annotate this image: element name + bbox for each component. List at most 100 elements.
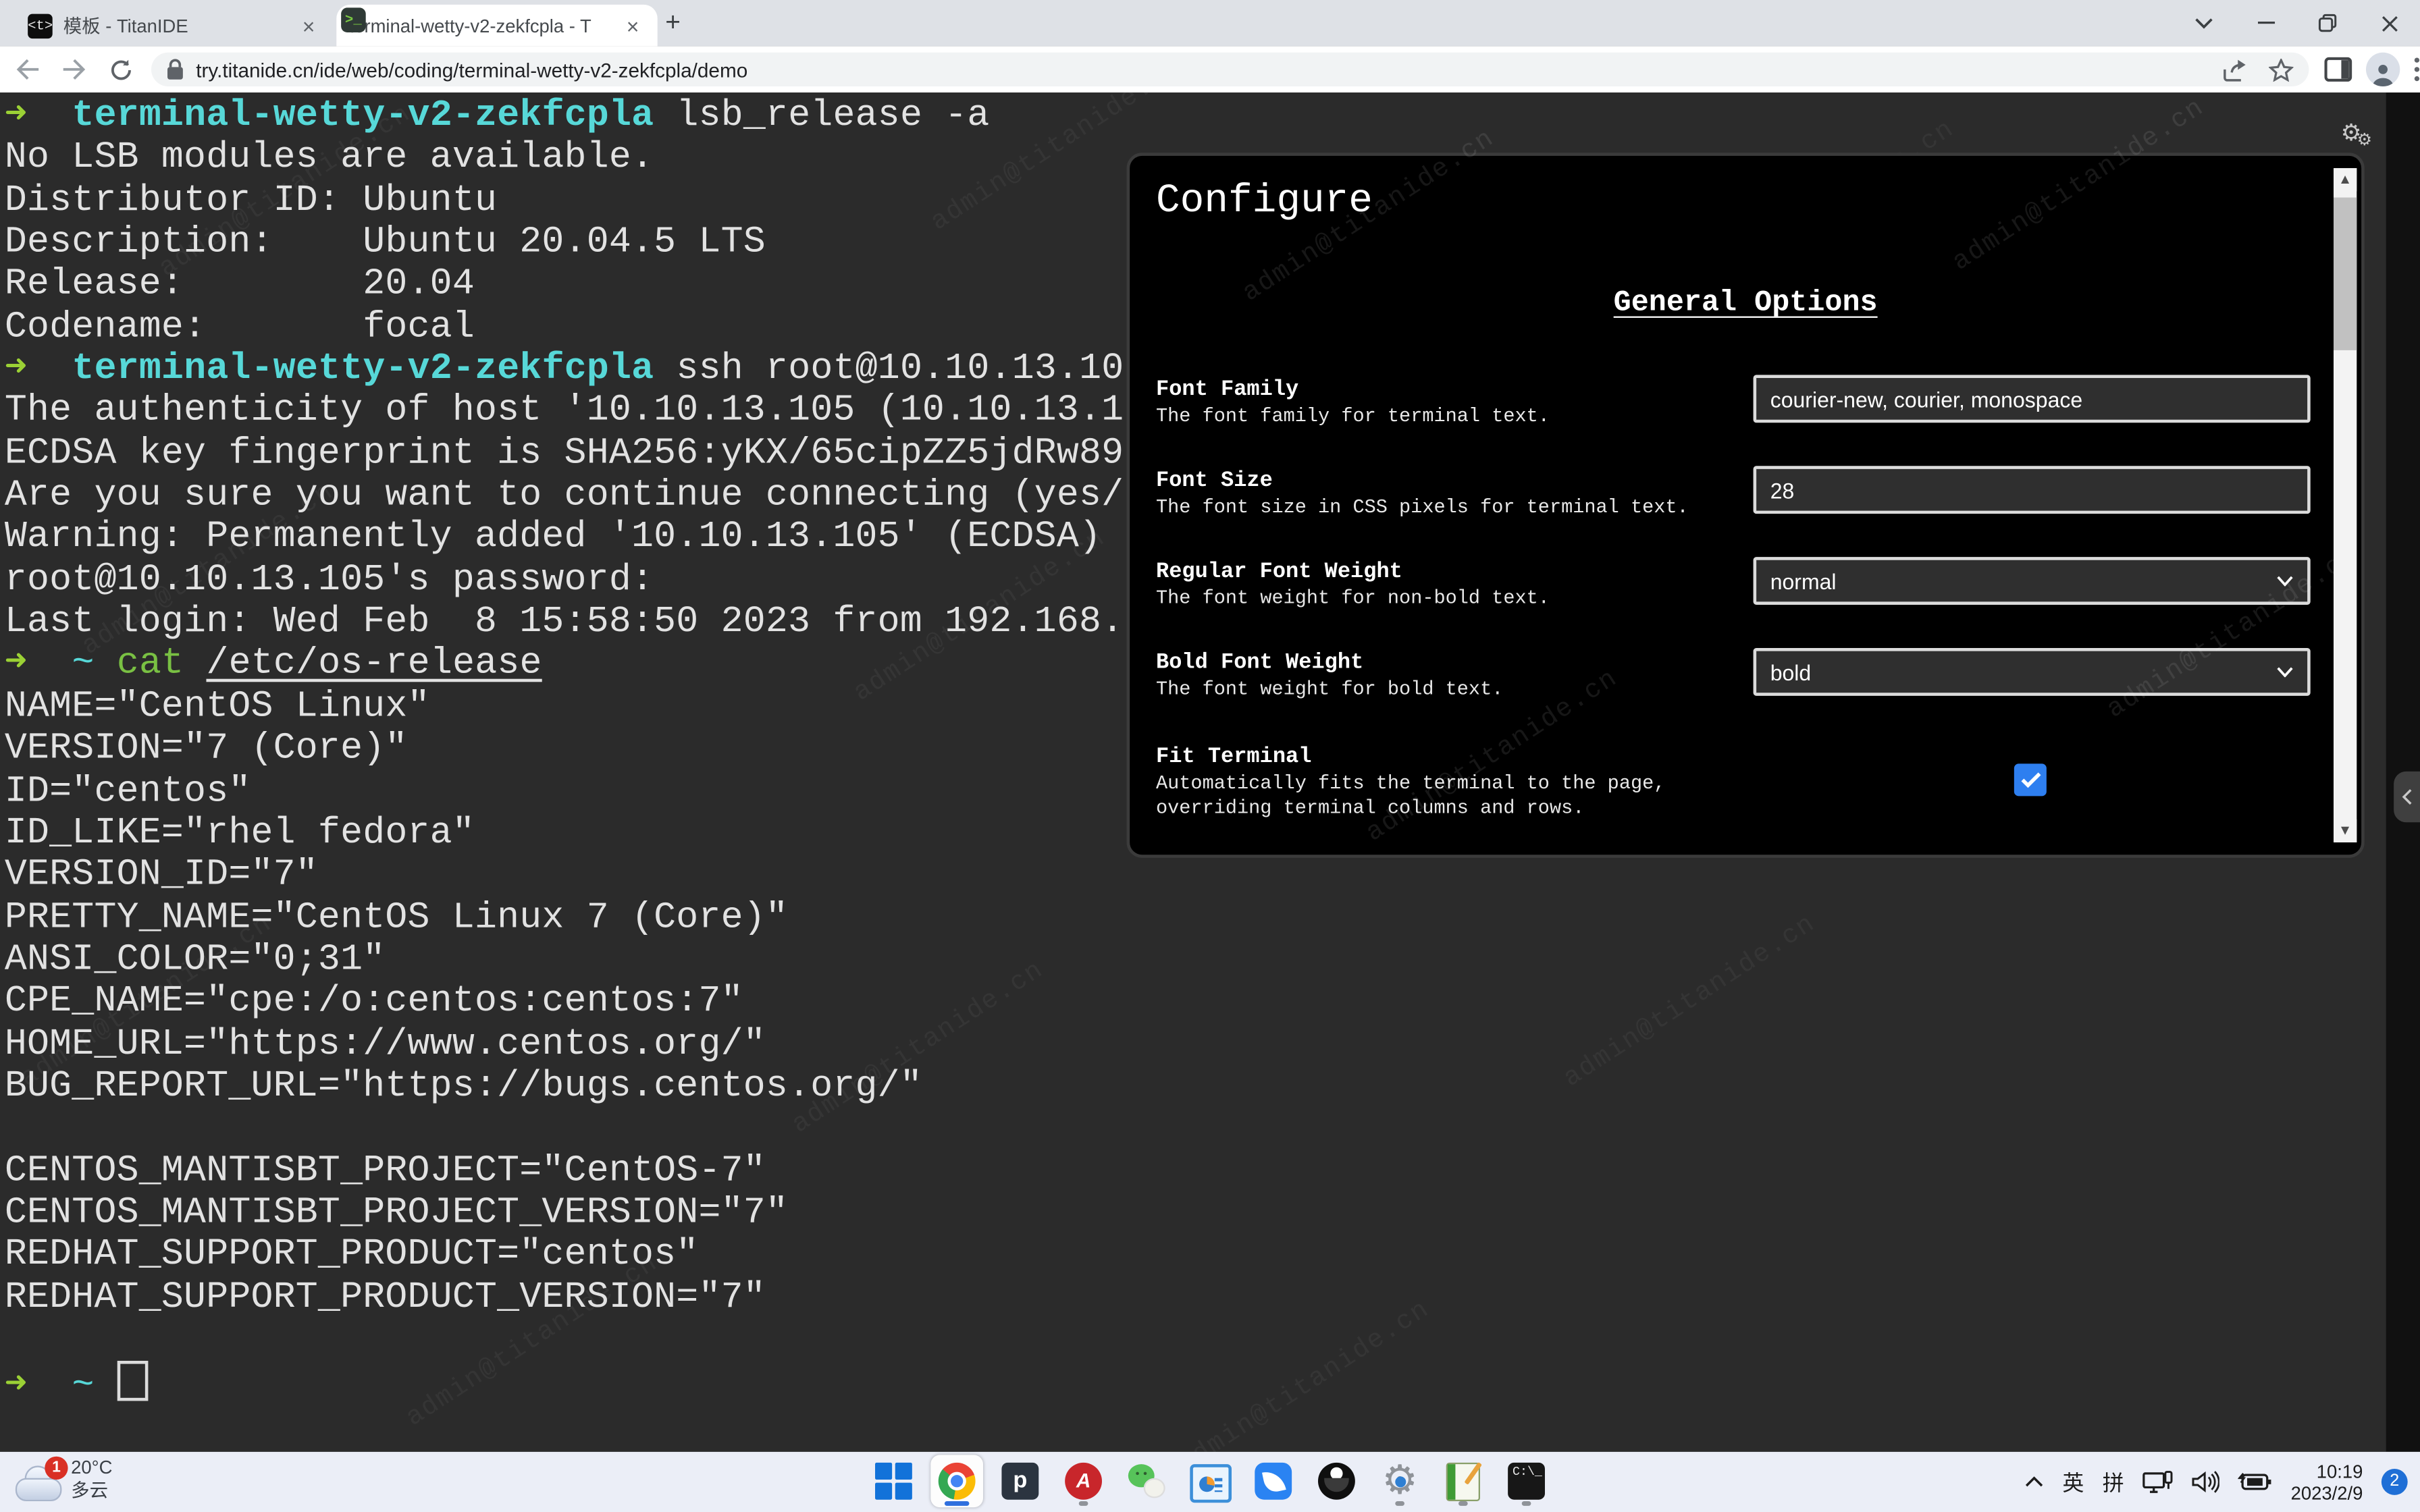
select-value: bold — [1770, 659, 1812, 684]
temperature-text: 20°C — [71, 1457, 112, 1480]
font-family-input[interactable] — [1754, 375, 2311, 423]
cloud-icon: 1 — [16, 1467, 62, 1501]
terminal-line — [5, 1319, 1124, 1361]
taskbar-app-dingtalk[interactable] — [1247, 1455, 1300, 1507]
browser-menu-icon[interactable] — [2414, 57, 2420, 82]
terminal-favicon-icon: >_ — [341, 7, 366, 32]
lang-indicator-pinyin[interactable]: 拼 — [2103, 1467, 2124, 1498]
tab-title: 模板 - TitanIDE — [63, 12, 286, 38]
taskbar-app-picpick[interactable]: p — [994, 1455, 1047, 1507]
terminal-line: HOME_URL="https://www.centos.org/" — [5, 1024, 1124, 1066]
taskbar-app-red-a-app[interactable]: A — [1057, 1455, 1110, 1507]
taskbar-app-obs-studio[interactable] — [1311, 1455, 1363, 1507]
panel-collapse-handle[interactable] — [2394, 772, 2420, 822]
terminal-line: ID_LIKE="rhel fedora" — [5, 813, 1124, 855]
notification-badge[interactable]: 2 — [2382, 1469, 2408, 1495]
dialog-title: Configure — [1156, 178, 1373, 224]
scrollbar-thumb[interactable] — [2334, 198, 2357, 350]
address-bar[interactable]: try.titanide.cn/ide/web/coding/terminal-… — [151, 53, 2309, 86]
terminal-line: ANSI_COLOR="0;31" — [5, 940, 1124, 982]
back-icon[interactable] — [9, 49, 47, 89]
configure-dialog: Configure General Options Font FamilyThe… — [1127, 153, 2365, 858]
taskbar-app-windows-start[interactable] — [868, 1455, 920, 1507]
close-window-button[interactable] — [2359, 0, 2420, 47]
bookmark-star-icon[interactable] — [2269, 58, 2294, 81]
profile-avatar[interactable] — [2366, 53, 2400, 86]
terminal-line: ➜ terminal-wetty-v2-zekfcpla lsb_release… — [5, 96, 1124, 138]
terminal-line: Distributor ID: Ubuntu — [5, 180, 1124, 223]
terminal-line: root@10.10.13.105's password: — [5, 560, 1124, 602]
tab-close-icon[interactable]: × — [621, 13, 646, 38]
scroll-up-icon[interactable]: ▲ — [2334, 168, 2357, 191]
taskbar-app-system-monitor[interactable] — [1184, 1455, 1236, 1507]
terminal-line: ➜ ~ cat /etc/os-release — [5, 644, 1124, 686]
minimize-button[interactable] — [2235, 0, 2296, 47]
taskbar-app-chrome[interactable] — [930, 1455, 983, 1507]
terminal-line: Warning: Permanently added '10.10.13.105… — [5, 518, 1124, 560]
side-panel-icon[interactable] — [2324, 57, 2352, 82]
taskbar-app-wechat[interactable] — [1120, 1455, 1173, 1507]
restore-button[interactable] — [2296, 0, 2358, 47]
field-label: Bold Font Weight — [1156, 651, 1727, 676]
bold-font-weight-select[interactable]: bold — [1754, 648, 2311, 696]
field-description: The font size in CSS pixels for terminal… — [1156, 495, 1712, 520]
terminal-output[interactable]: ➜ terminal-wetty-v2-zekfcpla lsb_release… — [5, 96, 1124, 1404]
windows-taskbar: 1 20°C 多云 pA ⚙ C:\_ 英 拼 10:19 2023/2/9 2 — [0, 1452, 2420, 1512]
terminal-line: BUG_REPORT_URL="https://bugs.centos.org/… — [5, 1066, 1124, 1108]
url-text: try.titanide.cn/ide/web/coding/terminal-… — [196, 58, 2222, 81]
tab-search-chevron-icon[interactable] — [2173, 0, 2234, 47]
fit-terminal-checkbox[interactable] — [2014, 763, 2047, 796]
terminal-line: Release: 20.04 — [5, 265, 1124, 307]
browser-tab-strip: <t> 模板 - TitanIDE × >_ terminal-wetty-v2… — [0, 0, 2420, 47]
watermark-text: admin@titanide.cn — [1174, 1295, 1436, 1452]
dialog-section-title: General Options — [1130, 286, 2361, 319]
share-icon[interactable] — [2222, 58, 2247, 81]
scroll-down-icon[interactable]: ▼ — [2334, 819, 2357, 842]
taskbar-app-cmd-terminal[interactable]: C:\_ — [1500, 1455, 1553, 1507]
terminal-line: VERSION="7 (Core)" — [5, 728, 1124, 771]
tab-close-icon[interactable]: × — [296, 13, 321, 38]
obs-studio-icon — [1318, 1463, 1355, 1500]
settings-gears-icon[interactable]: ⚙⚙ — [2341, 119, 2377, 148]
lang-indicator-en[interactable]: 英 — [2062, 1467, 2084, 1498]
date-text: 2023/2/9 — [2291, 1482, 2363, 1503]
lock-icon — [167, 59, 184, 80]
hidden-icons-chevron-icon[interactable] — [2026, 1476, 2044, 1487]
system-tray: 英 拼 10:19 2023/2/9 2 — [2026, 1452, 2408, 1512]
watermark-text: admin@titanide.cn — [1559, 910, 1822, 1094]
tab-titanide[interactable]: <t> 模板 - TitanIDE × — [16, 5, 334, 47]
terminal-line: No LSB modules are available. — [5, 138, 1124, 180]
terminal-line: Last login: Wed Feb 8 15:58:50 2023 from… — [5, 602, 1124, 645]
terminal-line: Description: Ubuntu 20.04.5 LTS — [5, 222, 1124, 265]
field-label: Font Size — [1156, 469, 1727, 494]
tab-terminal-wetty[interactable]: >_ terminal-wetty-v2-zekfcpla - T × — [336, 5, 657, 47]
taskbar-app-notepad[interactable] — [1437, 1455, 1490, 1507]
reload-icon[interactable] — [102, 49, 139, 89]
terminal-line: Codename: focal — [5, 306, 1124, 349]
field-description: The font weight for bold text. — [1156, 677, 1712, 702]
battery-plug-icon[interactable] — [2238, 1472, 2272, 1492]
screen: <t> 模板 - TitanIDE × >_ terminal-wetty-v2… — [0, 0, 2420, 1512]
terminal-line: CENTOS_MANTISBT_PROJECT="CentOS-7" — [5, 1150, 1124, 1193]
new-tab-button[interactable]: + — [654, 5, 691, 42]
taskbar-app-settings[interactable]: ⚙ — [1373, 1455, 1426, 1507]
volume-icon[interactable] — [2192, 1470, 2219, 1493]
chevron-down-icon — [2276, 576, 2293, 587]
condition-text: 多云 — [71, 1480, 112, 1503]
red-a-app-icon: A — [1065, 1463, 1102, 1500]
cmd-terminal-icon: C:\_ — [1508, 1463, 1545, 1500]
terminal-line: NAME="CentOS Linux" — [5, 686, 1124, 729]
dialog-scrollbar[interactable]: ▲ ▼ — [2334, 168, 2357, 842]
forward-icon[interactable] — [55, 49, 93, 89]
field-description: Automatically fits the terminal to the p… — [1156, 772, 1712, 821]
picpick-icon: p — [1001, 1463, 1038, 1500]
field-label: Fit Terminal — [1156, 745, 1727, 770]
network-monitor-icon[interactable] — [2142, 1469, 2174, 1494]
font-size-input[interactable] — [1754, 466, 2311, 514]
system-monitor-icon — [1189, 1463, 1231, 1502]
terminal-line: ➜ terminal-wetty-v2-zekfcpla ssh root@10… — [5, 349, 1124, 392]
terminal-line: REDHAT_SUPPORT_PRODUCT_VERSION="7" — [5, 1277, 1124, 1320]
weather-widget[interactable]: 1 20°C 多云 — [16, 1457, 113, 1503]
tray-clock[interactable]: 10:19 2023/2/9 — [2291, 1460, 2363, 1503]
regular-font-weight-select[interactable]: normal — [1754, 557, 2311, 605]
